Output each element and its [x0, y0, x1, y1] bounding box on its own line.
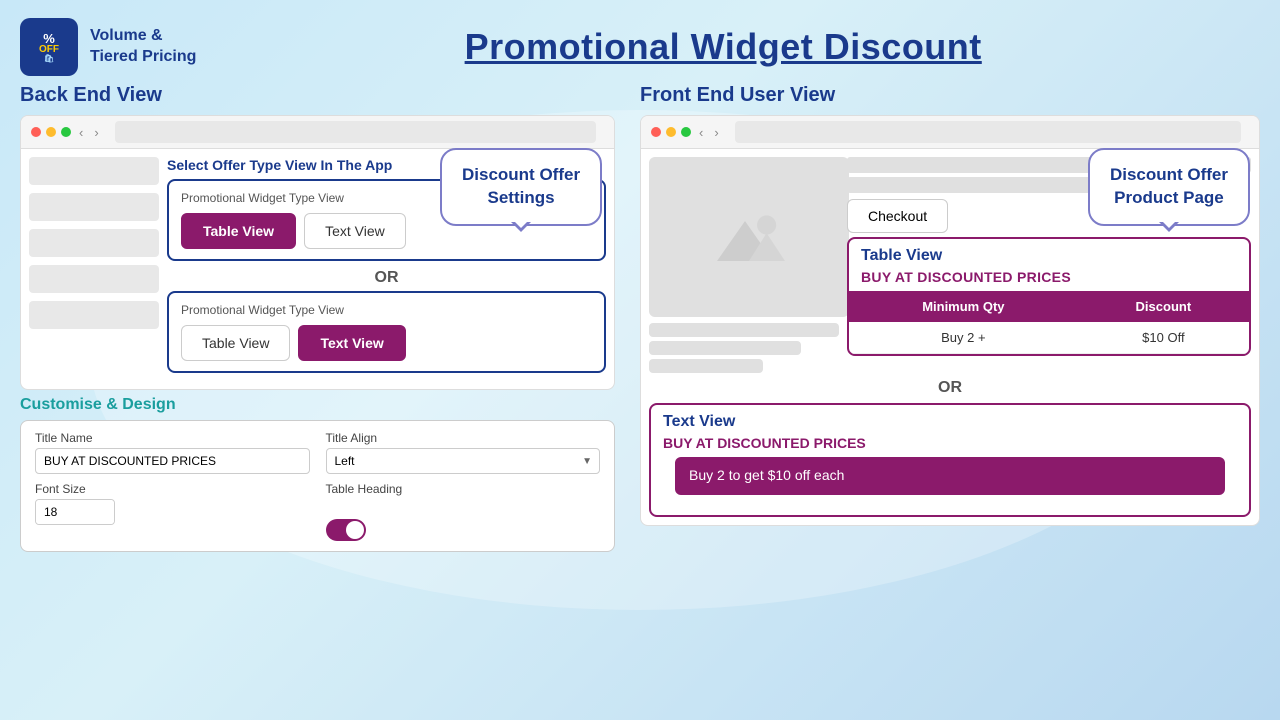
logo-icon: % OFF 🛍: [39, 32, 59, 63]
or-divider-right: OR: [649, 379, 1251, 397]
right-dot-red: [651, 127, 661, 137]
prod-bar-2: [649, 341, 801, 355]
browser-url-bar: [115, 121, 596, 143]
left-discount-bubble: Discount Offer Settings: [440, 148, 602, 226]
sidebar-bar-3: [29, 229, 159, 257]
left-section-title: Back End View: [20, 84, 615, 107]
font-size-label: Font Size: [35, 482, 310, 496]
table-view-widget: Table View BUY AT DISCOUNTED PRICES Mini…: [847, 237, 1251, 356]
table-heading-label: Table Heading: [326, 482, 601, 496]
or-divider-1: OR: [167, 269, 606, 287]
sidebar-bar-1: [29, 157, 159, 185]
font-size-group: Font Size px: [35, 482, 310, 525]
customise-label: Customise & Design: [20, 396, 615, 414]
text-view-btn-inactive-1[interactable]: Text View: [304, 213, 406, 249]
table-buy-title: BUY AT DISCOUNTED PRICES: [849, 269, 1249, 291]
left-browser-bar: ‹ ›: [21, 116, 614, 149]
checkout-button[interactable]: Checkout: [847, 199, 948, 233]
sidebar-bar-4: [29, 265, 159, 293]
right-browser-url-bar: [735, 121, 1241, 143]
left-sidebar: [29, 157, 159, 381]
table-view-btn-active[interactable]: Table View: [181, 213, 296, 249]
brand-name: Volume & Tiered Pricing: [90, 26, 196, 68]
widget-type-label-2: Promotional Widget Type View: [181, 303, 592, 317]
right-dot-yellow: [666, 127, 676, 137]
page-title: Promotional Widget Discount: [196, 26, 1250, 68]
right-section-title: Front End User View: [640, 84, 1260, 107]
right-browser-forward-btn[interactable]: ›: [711, 125, 721, 140]
dot-yellow: [46, 127, 56, 137]
dot-green: [61, 127, 71, 137]
header: % OFF 🛍 Volume & Tiered Pricing Promotio…: [0, 0, 1280, 76]
row-qty: Buy 2 +: [849, 322, 1078, 354]
title-name-label: Title Name: [35, 431, 310, 445]
sidebar-bar-5: [29, 301, 159, 329]
discount-table: Minimum Qty Discount Buy 2 + $10 Off: [849, 291, 1249, 354]
browser-back-btn[interactable]: ‹: [76, 125, 86, 140]
table-heading-group: Table Heading: [326, 482, 601, 541]
table-heading-toggle[interactable]: [326, 519, 366, 541]
title-align-select-wrapper: Left ▼: [326, 448, 601, 474]
text-view-widget-title: Text View: [651, 405, 1249, 435]
dot-red: [31, 127, 41, 137]
table-view-widget-title: Table View: [849, 239, 1249, 269]
text-buy-title: BUY AT DISCOUNTED PRICES: [651, 435, 1249, 457]
browser-forward-btn[interactable]: ›: [91, 125, 101, 140]
logo: % OFF 🛍: [20, 18, 78, 76]
title-align-label: Title Align: [326, 431, 601, 445]
widget-box-text: Promotional Widget Type View Table View …: [167, 291, 606, 373]
font-size-input[interactable]: [36, 500, 115, 524]
col-discount: Discount: [1078, 291, 1249, 322]
title-align-select[interactable]: Left: [326, 448, 601, 474]
text-view-offer-row: Buy 2 to get $10 off each: [675, 457, 1225, 495]
right-discount-bubble: Discount Offer Product Page: [1088, 148, 1250, 226]
text-view-offer-text: Buy 2 to get $10 off each: [689, 467, 844, 483]
title-name-group: Title Name: [35, 431, 310, 474]
right-browser-bar: ‹ ›: [641, 116, 1259, 149]
title-align-group: Title Align Left ▼: [326, 431, 601, 474]
sidebar-bar-2: [29, 193, 159, 221]
text-view-btn-active[interactable]: Text View: [298, 325, 405, 361]
text-view-widget: Text View BUY AT DISCOUNTED PRICES Buy 2…: [649, 403, 1251, 517]
customise-box: Title Name Title Align Left ▼: [20, 420, 615, 552]
font-size-row: Font Size px Table Heading: [35, 482, 600, 541]
product-image: [649, 157, 849, 317]
table-view-btn-inactive[interactable]: Table View: [181, 325, 290, 361]
right-browser-back-btn[interactable]: ‹: [696, 125, 706, 140]
font-size-input-wrap: px: [35, 499, 115, 525]
right-dot-green: [681, 127, 691, 137]
view-buttons-2: Table View Text View: [181, 325, 592, 361]
title-name-input[interactable]: [35, 448, 310, 474]
prod-bar-3: [649, 359, 763, 373]
table-row: Buy 2 + $10 Off: [849, 322, 1249, 354]
toggle-knob: [346, 521, 364, 539]
prod-bar-1: [649, 323, 839, 337]
col-min-qty: Minimum Qty: [849, 291, 1078, 322]
form-row-1: Title Name Title Align Left ▼: [35, 431, 600, 474]
product-image-col: [649, 157, 839, 373]
row-discount: $10 Off: [1078, 322, 1249, 354]
